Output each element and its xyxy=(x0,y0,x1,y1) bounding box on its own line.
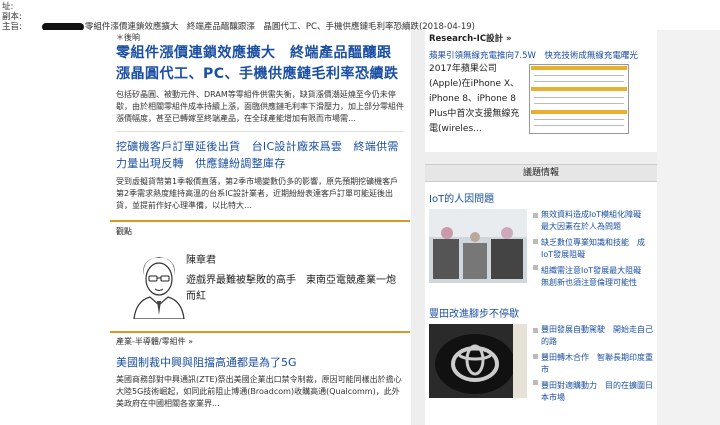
iot-topic-block: 無效資料造成IoT模組化障礙 最大因素在於人為問題 缺乏數位專業知識和技能 成I… xyxy=(425,209,657,297)
third-article-body: 美國商務部對中興通訊(ZTE)祭出美國企業出口禁令制裁，原因可能同樣出於擔心大陸… xyxy=(116,375,402,408)
author-name: 陳章君 xyxy=(186,255,216,266)
second-headline-link[interactable]: 挖礦機客戶訂單延後出貨 台IC設計廠來爲雲 終端供需力量出現反轉 供應鏈紛調整庫… xyxy=(116,138,404,172)
opinion-author-block: 陳章君 遊戲界最難被擊敗的高手 東南亞電競產業一炮而紅 xyxy=(116,241,404,331)
toyota-link-1[interactable]: 豐田發展自動駕駛 開始走自己的路 xyxy=(541,324,653,348)
column-gutter xyxy=(411,30,425,425)
research-section-link[interactable]: Research-IC設計 » xyxy=(425,30,657,44)
toyota-topic-title[interactable]: 豐田改進腳步不停歇 xyxy=(425,297,657,324)
iot-photo-icon[interactable] xyxy=(429,209,527,283)
iot-link-2[interactable]: 缺乏數位專業知識和技能 成IoT發展阻礙 xyxy=(541,237,653,261)
category-link[interactable]: 產業-半導體/零組件 » xyxy=(110,333,410,350)
toyota-links-list: 豐田發展自動駕駛 開始走自己的路 豐田轉木合作 智聯長期印度重市 豐田對適購動力… xyxy=(541,324,653,408)
topic-section-header: 議題情報 xyxy=(425,164,657,182)
sidebar-column: Research-IC設計 » 蘋果引領無線充電推向7.5W 快充技術成無線充電… xyxy=(425,30,657,425)
author-portrait-icon xyxy=(133,257,185,319)
research-summary-text: 2017年蘋果公司(Apple)在iPhone X、iPhone 8、iPhon… xyxy=(429,64,520,134)
opinion-headline-link[interactable]: 遊戲界最難被擊敗的高手 東南亞電競產業一炮而紅 xyxy=(186,273,396,305)
toyota-link-2[interactable]: 豐田轉木合作 智聯長期印度重市 xyxy=(541,352,653,376)
toyota-photo-icon[interactable] xyxy=(429,324,527,398)
iot-topic-title[interactable]: IoT的人因問題 xyxy=(425,182,657,209)
iot-link-3[interactable]: 組織需注意IoT發展最大阻礙 無創新也須注意倫理可能性 xyxy=(541,265,653,289)
email-header: 址: 副本: 主旨: 零組件漲價連鎖效應擴大 終端產品醞釀跟漲 晶圓代工、PC、手… xyxy=(0,0,720,33)
right-margin xyxy=(657,30,720,425)
opinion-section-label: 觀點 xyxy=(116,227,132,236)
toyota-link-3[interactable]: 豐田對適購動力 目的在擴圍日本市場 xyxy=(541,380,653,404)
third-headline-link[interactable]: 美國制裁中興與阻擋高通都是為了5G xyxy=(116,354,404,370)
iot-link-1[interactable]: 無效資料造成IoT模組化障礙 最大因素在於人為問題 xyxy=(541,209,653,233)
left-margin xyxy=(0,30,110,425)
divider xyxy=(116,131,404,132)
research-headline-link[interactable]: 蘋果引領無線充電推向7.5W 快充技術成無線充電曙光 xyxy=(425,44,657,62)
toyota-topic-block: 豐田發展自動駕駛 開始走自己的路 豐田轉木合作 智聯長期印度重市 豐田對適購動力… xyxy=(425,324,657,412)
research-summary-block: 2017年蘋果公司(Apple)在iPhone X、iPhone 8、iPhon… xyxy=(425,62,657,152)
research-table-thumbnail[interactable] xyxy=(529,64,629,134)
main-headline-link[interactable]: 零組件漲價連鎖效應擴大 終端產品醞釀跟漲晶圓代工、PC、手機供應鏈毛利率恐續跌 xyxy=(116,43,404,85)
main-article-body: 包括矽晶圓、被動元件、DRAM等零組件供需失衡，缺貨漲價潮延燒至今仍未停歇，由於… xyxy=(116,90,404,123)
second-article-body: 受到虛擬貨幣第1季報價直落，第2季市場變數仍多的影響，原先預期挖礦機客戶第2季需… xyxy=(116,177,399,210)
newsletter-main-column: ＊後晌 零組件漲價連鎖效應擴大 終端產品醞釀跟漲晶圓代工、PC、手機供應鏈毛利率… xyxy=(110,30,410,425)
article-tag: ＊後晌 xyxy=(116,33,140,42)
iot-links-list: 無效資料造成IoT模組化障礙 最大因素在於人為問題 缺乏數位專業知識和技能 成I… xyxy=(541,209,653,293)
sidebar-spacer xyxy=(425,152,657,164)
